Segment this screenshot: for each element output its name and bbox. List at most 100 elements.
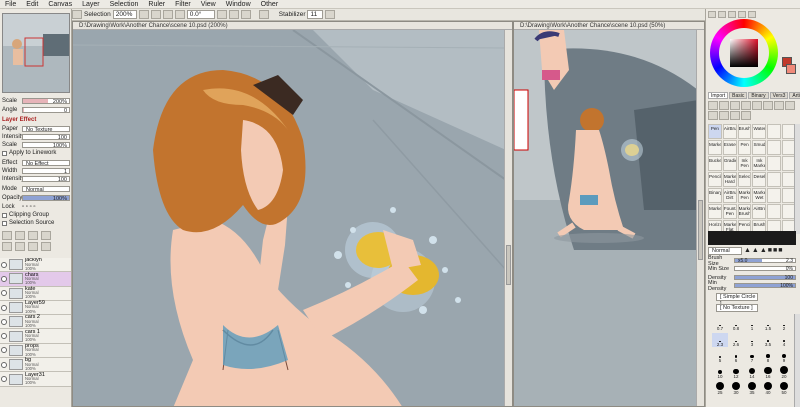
layer-row[interactable]: chars Normal 100% <box>0 272 71 287</box>
size-preset[interactable]: 7 <box>744 349 760 363</box>
layer-visibility-icon[interactable] <box>1 347 7 354</box>
brush-tool[interactable]: Smudge <box>752 140 767 155</box>
selection-tool-icon[interactable] <box>72 10 82 19</box>
lock-icons[interactable]: ▫ ▫ ▫ ▫ <box>22 204 36 210</box>
brush-tool[interactable] <box>767 156 782 171</box>
menu-filter[interactable]: Filter <box>170 0 196 9</box>
brush-shape-icons[interactable]: ▲▲▲■■■ <box>744 247 783 254</box>
menu-selection[interactable]: Selection <box>105 0 144 9</box>
secondary-canvas-scrollbar[interactable] <box>696 30 704 406</box>
layer-mask-button[interactable] <box>41 242 51 251</box>
swatch-mode-icon[interactable] <box>738 11 746 18</box>
size-preset[interactable]: 9 <box>776 349 792 363</box>
zoom-out-button[interactable] <box>138 10 149 19</box>
opacity-slider[interactable]: 100% <box>22 195 70 202</box>
size-preset[interactable]: 12 <box>728 365 744 379</box>
brush-tool[interactable]: Binary <box>708 188 722 203</box>
move-tool-icon[interactable] <box>763 101 773 110</box>
brush-tool[interactable] <box>767 188 782 203</box>
brush-shape-select[interactable]: [ Simple Circle ] <box>716 293 758 307</box>
brush-tab-binary[interactable]: Binary <box>748 92 769 99</box>
effect-row[interactable]: Effect No Effect <box>2 159 70 167</box>
transform-icon[interactable] <box>730 111 740 120</box>
size-preset[interactable]: 0.8 <box>728 317 744 331</box>
delete-layer-button[interactable] <box>28 242 38 251</box>
size-preset[interactable]: 50 <box>776 381 792 395</box>
layer-visibility-icon[interactable] <box>1 304 7 311</box>
hsv-mode-icon[interactable] <box>728 11 736 18</box>
selection-source-box[interactable] <box>2 220 7 226</box>
brush-tab-vers3[interactable]: Vers3 <box>769 92 789 99</box>
rotation-field[interactable]: 0.0° <box>186 10 215 19</box>
brush-tool[interactable]: Select <box>737 172 752 187</box>
brush-tool[interactable]: Water <box>752 124 767 139</box>
brush-tool[interactable]: Marker Pen <box>737 188 752 203</box>
navigator-preview[interactable] <box>2 13 70 93</box>
secondary-canvas-scroll-thumb[interactable] <box>698 200 703 260</box>
size-presets-scrollbar[interactable] <box>794 314 800 407</box>
flip-horizontal-button[interactable] <box>258 10 269 19</box>
rotate-reset-button[interactable] <box>240 10 251 19</box>
merge-down-button[interactable] <box>15 242 25 251</box>
new-layer-button[interactable] <box>2 231 12 240</box>
paper-intensity-slider[interactable]: 100 <box>22 134 70 141</box>
layer-row[interactable]: Layer59 Normal 100% <box>0 300 71 316</box>
hand-tool-icon[interactable] <box>708 111 718 120</box>
brush-tool[interactable] <box>767 140 782 155</box>
brush-tool[interactable]: AirBrush <box>752 204 767 219</box>
brush-tool[interactable]: Marker Hard <box>722 172 737 187</box>
rotate-right-button[interactable] <box>228 10 239 19</box>
rgb-mode-icon[interactable] <box>718 11 726 18</box>
paper-row[interactable]: Paper No Texture <box>2 125 70 133</box>
size-preset[interactable]: 35 <box>744 381 760 395</box>
menu-ruler[interactable]: Ruler <box>143 0 170 9</box>
paper-select[interactable]: No Texture <box>22 126 70 133</box>
brush-tool[interactable] <box>767 172 782 187</box>
apply-linework-box[interactable] <box>2 150 7 156</box>
hue-ring[interactable] <box>710 19 778 87</box>
new-folder-button[interactable] <box>15 231 25 240</box>
background-color-swatch[interactable] <box>786 64 796 74</box>
brush-tool-scrollbar[interactable] <box>794 124 800 234</box>
blend-mode-select[interactable]: Normal <box>22 186 70 193</box>
main-canvas-scroll-thumb[interactable] <box>506 245 511 285</box>
layer-row[interactable]: jacklyn Normal 100% <box>0 258 71 273</box>
layer-visibility-icon[interactable] <box>1 275 7 282</box>
brush-tool[interactable]: Marker <box>708 140 722 155</box>
effect-intensity-slider[interactable]: 100 <box>22 176 70 183</box>
brush-tool[interactable]: Gradient <box>722 156 737 171</box>
color-wheel-mode-icon[interactable] <box>708 11 716 18</box>
menu-canvas[interactable]: Canvas <box>43 0 77 9</box>
paper-scale-slider[interactable]: 100% <box>22 142 70 149</box>
layer-row[interactable]: kate Normal 100% <box>0 286 71 301</box>
menu-view[interactable]: View <box>196 0 221 9</box>
size-preset[interactable]: 25 <box>712 381 728 395</box>
lasso-icon[interactable] <box>719 101 729 110</box>
zoom-fit-button[interactable] <box>174 10 185 19</box>
menu-edit[interactable]: Edit <box>21 0 43 9</box>
paper-scale-row[interactable]: Scale 100% <box>2 141 70 149</box>
nav-angle-row[interactable]: Angle 0 <box>2 106 70 114</box>
size-preset[interactable]: 40 <box>760 381 776 395</box>
min-density-slider[interactable]: 100% <box>734 282 796 289</box>
min-size-row[interactable]: Min Size 0% <box>708 265 796 272</box>
brush-tab-basic[interactable]: Basic <box>729 92 748 99</box>
brush-size-row[interactable]: Brush Size x5.0 2.3 <box>708 255 796 267</box>
size-preset[interactable]: 20 <box>776 365 792 379</box>
zoom-field[interactable]: 200% <box>112 10 137 19</box>
brush-tool[interactable]: Marker Wet <box>752 188 767 203</box>
brush-tab-import[interactable]: Import <box>708 92 729 99</box>
nav-angle-slider[interactable]: 0 <box>22 107 70 114</box>
size-preset[interactable]: 8 <box>760 349 776 363</box>
brush-tab-artistic[interactable]: Artistic <box>789 92 800 99</box>
apply-linework-checkbox[interactable]: Apply to Linework <box>2 150 56 156</box>
effect-intensity-row[interactable]: Intensity 100 <box>2 175 70 183</box>
size-preset[interactable]: 14 <box>744 365 760 379</box>
menu-window[interactable]: Window <box>221 0 256 9</box>
main-canvas-scrollbar[interactable] <box>504 30 512 406</box>
nav-scale-row[interactable]: Scale 200% <box>2 97 70 105</box>
size-preset[interactable]: 2.6 <box>728 333 744 347</box>
layer-row[interactable]: cars 2 Normal 100% <box>0 314 71 330</box>
size-preset[interactable]: 2 <box>776 317 792 331</box>
saturation-value-square[interactable] <box>730 39 758 67</box>
